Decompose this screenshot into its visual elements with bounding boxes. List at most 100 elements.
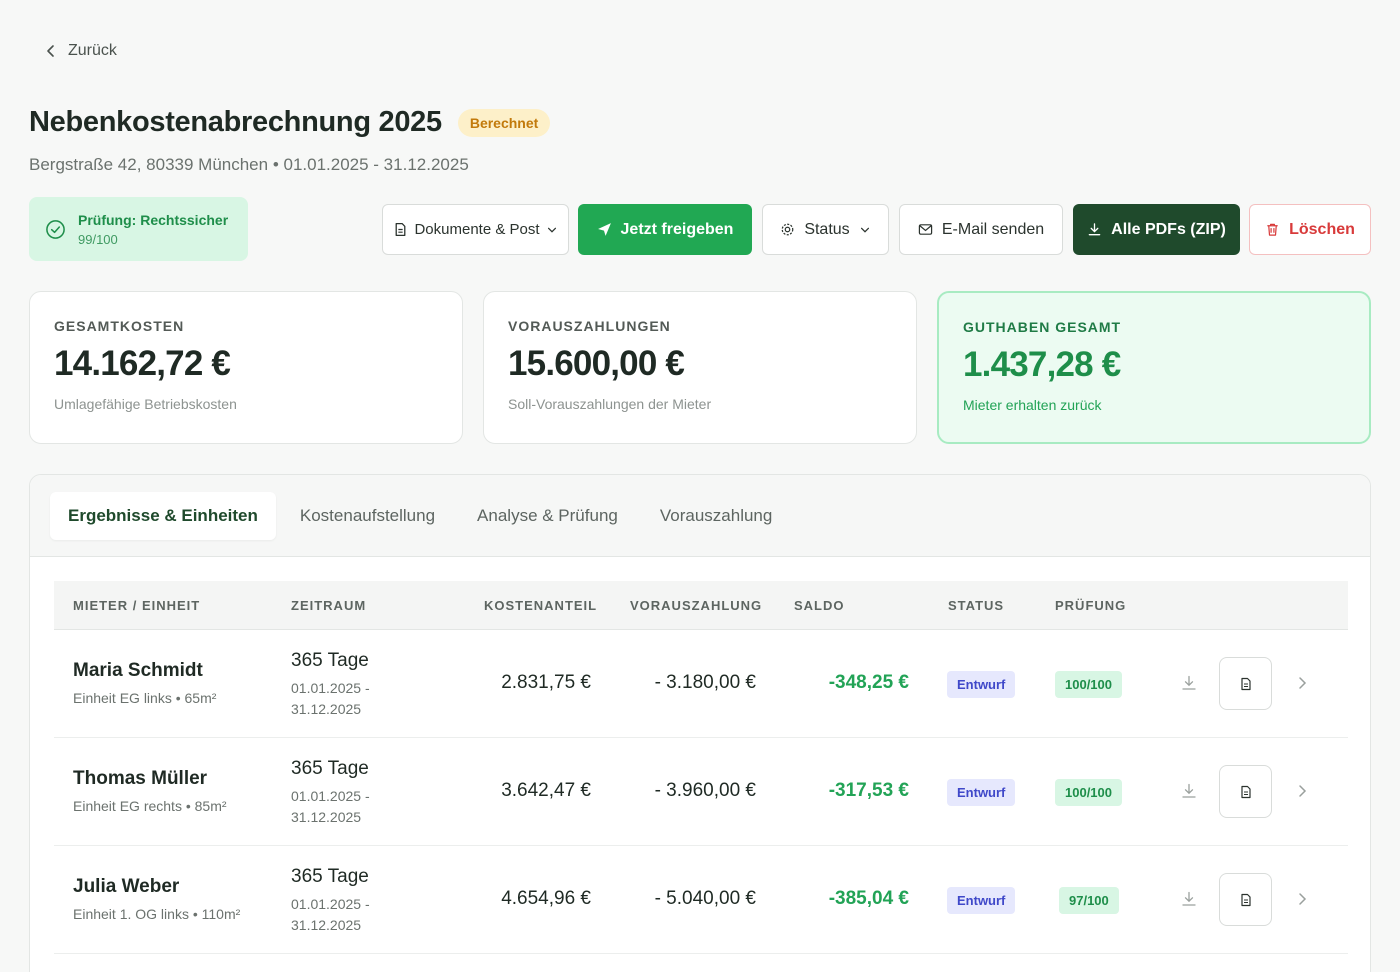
draft-status-badge: Entwurf bbox=[947, 887, 1016, 914]
column-header-status: STATUS bbox=[948, 598, 1005, 613]
column-header-period: ZEITRAUM bbox=[291, 598, 367, 613]
chevron-down-icon bbox=[547, 227, 556, 233]
tab-prepayment[interactable]: Vorauszahlung bbox=[642, 492, 790, 540]
send-icon bbox=[597, 223, 611, 236]
period-to: 31.12.2025 bbox=[291, 917, 362, 933]
column-header-cost-share: KOSTENANTEIL bbox=[484, 598, 598, 613]
document-icon bbox=[396, 222, 406, 237]
chevron-left-icon bbox=[47, 45, 54, 57]
column-header-prepayment: VORAUSZAHLUNG bbox=[630, 598, 763, 613]
prepayments-value: 15.600,00 € bbox=[508, 344, 685, 383]
column-header-balance: SALDO bbox=[794, 598, 845, 613]
check-label: Prüfung: Rechtssicher bbox=[78, 211, 229, 228]
table-row[interactable]: Thomas Müller Einheit EG rechts • 85m² 3… bbox=[54, 738, 1348, 846]
mail-icon bbox=[918, 224, 933, 235]
credit-total-value: 1.437,28 € bbox=[963, 345, 1121, 384]
tab-analysis-check[interactable]: Analyse & Prüfung bbox=[459, 492, 636, 540]
check-score-badge: 97/100 bbox=[1059, 887, 1119, 914]
total-costs-label: GESAMTKOSTEN bbox=[54, 318, 185, 334]
page-header: Nebenkostenabrechnung 2025 Berechnet bbox=[29, 106, 551, 139]
prepayment: - 3.180,00 € bbox=[654, 672, 756, 693]
download-icon bbox=[1088, 223, 1101, 236]
total-costs-sub: Umlagefähige Betriebskosten bbox=[54, 396, 237, 412]
check-result-box: Prüfung: Rechtssicher 99/100 bbox=[29, 197, 248, 261]
tenant-name: Thomas Müller bbox=[73, 768, 208, 789]
tenant-name: Maria Schmidt bbox=[73, 660, 203, 681]
status-badge: Berechnet bbox=[457, 108, 551, 137]
tenant-unit: Einheit EG rechts • 85m² bbox=[73, 798, 227, 814]
prepayment: - 5.040,00 € bbox=[654, 888, 756, 909]
credit-total-label: GUTHABEN GESAMT bbox=[963, 319, 1122, 335]
check-score: 99/100 bbox=[78, 231, 118, 247]
table-header: MIETER / EINHEIT ZEITRAUM KOSTENANTEIL V… bbox=[54, 581, 1348, 630]
page-subtitle: Bergstraße 42, 80339 München • 01.01.202… bbox=[29, 155, 469, 174]
period-to: 31.12.2025 bbox=[291, 809, 362, 825]
download-icon[interactable] bbox=[1180, 674, 1198, 692]
period-from: 01.01.2025 - bbox=[291, 680, 370, 696]
total-costs-card: GESAMTKOSTEN 14.162,72 € Umlagefähige Be… bbox=[29, 291, 463, 444]
chevron-right-icon[interactable] bbox=[1295, 891, 1309, 907]
prepayment: - 3.960,00 € bbox=[654, 780, 756, 801]
email-label: E-Mail senden bbox=[941, 220, 1045, 238]
gear-icon bbox=[781, 223, 794, 236]
tenant-name: Julia Weber bbox=[73, 876, 180, 897]
check-score-badge: 100/100 bbox=[1055, 779, 1122, 806]
cost-share: 4.654,96 € bbox=[501, 888, 591, 909]
download-icon[interactable] bbox=[1180, 782, 1198, 800]
cost-share: 2.831,75 € bbox=[501, 672, 591, 693]
column-header-tenant: MIETER / EINHEIT bbox=[73, 598, 201, 613]
check-score-badge: 100/100 bbox=[1055, 671, 1122, 698]
document-button[interactable] bbox=[1219, 657, 1272, 710]
back-label: Zurück bbox=[68, 42, 117, 59]
column-header-check: PRÜFUNG bbox=[1055, 598, 1127, 613]
document-button[interactable] bbox=[1219, 765, 1272, 818]
delete-button[interactable]: Löschen bbox=[1249, 204, 1371, 255]
draft-status-badge: Entwurf bbox=[947, 671, 1016, 698]
back-link[interactable]: Zurück bbox=[44, 42, 117, 60]
trash-icon bbox=[1267, 223, 1278, 236]
credit-total-sub: Mieter erhalten zurück bbox=[963, 397, 1102, 413]
tab-results-units[interactable]: Ergebnisse & Einheiten bbox=[50, 491, 276, 540]
delete-label: Löschen bbox=[1289, 220, 1355, 238]
balance: -385,04 € bbox=[828, 888, 909, 909]
table-row[interactable]: Maria Schmidt Einheit EG links • 65m² 36… bbox=[54, 630, 1348, 738]
tab-bar: Ergebnisse & Einheiten Kostenaufstellung… bbox=[30, 475, 1370, 557]
draft-status-badge: Entwurf bbox=[947, 779, 1016, 806]
download-icon[interactable] bbox=[1180, 890, 1198, 908]
chevron-down-icon bbox=[860, 227, 869, 233]
credit-total-card: GUTHABEN GESAMT 1.437,28 € Mieter erhalt… bbox=[937, 291, 1371, 444]
tab-cost-breakdown[interactable]: Kostenaufstellung bbox=[282, 492, 453, 540]
status-label: Status bbox=[804, 220, 850, 238]
balance: -317,53 € bbox=[828, 780, 909, 801]
period-from: 01.01.2025 - bbox=[291, 788, 370, 804]
document-button[interactable] bbox=[1219, 873, 1272, 926]
documents-button[interactable]: Dokumente & Post bbox=[382, 204, 569, 255]
tenant-unit: Einheit 1. OG links • 110m² bbox=[73, 906, 241, 922]
period-days: 365 Tage bbox=[291, 758, 369, 779]
status-dropdown[interactable]: Status bbox=[762, 204, 889, 255]
period-to: 31.12.2025 bbox=[291, 701, 362, 717]
results-panel: Ergebnisse & Einheiten Kostenaufstellung… bbox=[29, 474, 1371, 972]
zip-download-button[interactable]: Alle PDFs (ZIP) bbox=[1073, 204, 1240, 255]
chevron-right-icon[interactable] bbox=[1295, 783, 1309, 799]
prepayments-label: VORAUSZAHLUNGEN bbox=[508, 318, 671, 334]
email-button[interactable]: E-Mail senden bbox=[899, 204, 1063, 255]
total-costs-value: 14.162,72 € bbox=[54, 344, 231, 383]
release-button[interactable]: Jetzt freigeben bbox=[578, 204, 752, 255]
cost-share: 3.642,47 € bbox=[501, 780, 591, 801]
check-circle-icon bbox=[46, 219, 65, 239]
chevron-right-icon[interactable] bbox=[1295, 675, 1309, 691]
period-days: 365 Tage bbox=[291, 650, 369, 671]
period-from: 01.01.2025 - bbox=[291, 896, 370, 912]
page-title: Nebenkostenabrechnung 2025 bbox=[29, 106, 442, 138]
document-icon bbox=[1240, 785, 1251, 798]
balance: -348,25 € bbox=[828, 672, 909, 693]
document-icon bbox=[1240, 893, 1251, 906]
prepayments-card: VORAUSZAHLUNGEN 15.600,00 € Soll-Vorausz… bbox=[483, 291, 917, 444]
document-icon bbox=[1240, 677, 1251, 690]
period-days: 365 Tage bbox=[291, 866, 369, 887]
zip-label: Alle PDFs (ZIP) bbox=[1111, 220, 1226, 238]
documents-label: Dokumente & Post bbox=[414, 221, 540, 238]
prepayments-sub: Soll-Vorauszahlungen der Mieter bbox=[508, 396, 712, 412]
table-row[interactable]: Julia Weber Einheit 1. OG links • 110m² … bbox=[54, 846, 1348, 954]
